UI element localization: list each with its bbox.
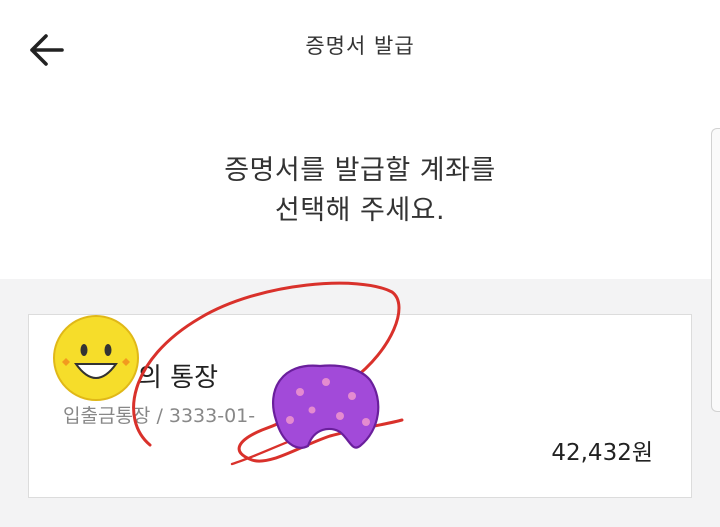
side-scroll-handle[interactable] [711,128,720,412]
app-header: 증명서 발급 [0,0,720,97]
account-type-number: 입출금통장 / 3333-01- [63,405,256,427]
account-name: 의 통장 [138,363,219,393]
account-balance: 42,432원 [551,440,653,466]
instruction-line-2: 선택해 주세요. [274,195,446,226]
account-card[interactable]: 의 통장 입출금통장 / 3333-01- 42,432원 [28,314,692,498]
instruction-line-1: 증명서를 발급할 계좌를 [224,155,496,186]
instruction-panel: 증명서를 발급할 계좌를 선택해 주세요. [0,96,720,279]
page-title: 증명서 발급 [305,34,415,58]
